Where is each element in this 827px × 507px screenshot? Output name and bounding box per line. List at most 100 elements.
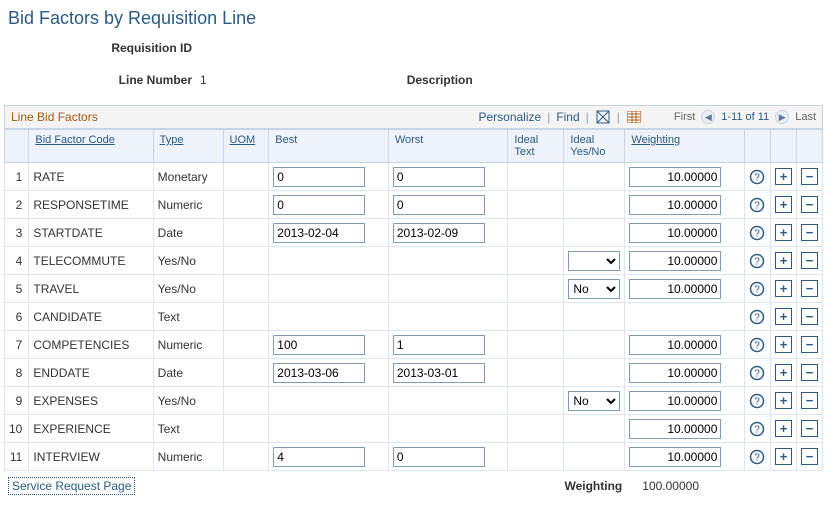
col-uom[interactable]: UOM	[230, 134, 256, 146]
delete-row-button[interactable]: −	[801, 224, 818, 241]
worst-input[interactable]	[393, 363, 485, 383]
bid-factor-type: Yes/No	[153, 275, 223, 303]
best-input[interactable]	[273, 447, 365, 467]
help-icon[interactable]: ?	[749, 197, 766, 213]
table-row: 10EXPERIENCEText?+−	[5, 415, 823, 443]
help-icon[interactable]: ?	[749, 169, 766, 185]
add-row-button[interactable]: +	[775, 336, 792, 353]
personalize-link[interactable]: Personalize	[478, 110, 541, 124]
weighting-input[interactable]	[629, 167, 721, 187]
nav-range: 1-11 of 11	[721, 111, 769, 123]
svg-text:?: ?	[754, 424, 760, 435]
ideal-yesno-select[interactable]	[568, 251, 620, 271]
nav-last[interactable]: Last	[795, 111, 816, 123]
weighting-input[interactable]	[629, 223, 721, 243]
bid-factor-code: TELECOMMUTE	[29, 247, 153, 275]
prev-icon[interactable]: ◀	[701, 110, 715, 124]
row-number: 9	[5, 387, 29, 415]
delete-row-button[interactable]: −	[801, 196, 818, 213]
help-icon[interactable]: ?	[749, 309, 766, 325]
delete-row-button[interactable]: −	[801, 336, 818, 353]
add-row-button[interactable]: +	[775, 168, 792, 185]
delete-row-button[interactable]: −	[801, 168, 818, 185]
svg-text:?: ?	[754, 284, 760, 295]
help-icon[interactable]: ?	[749, 365, 766, 381]
add-row-button[interactable]: +	[775, 448, 792, 465]
table-row: 11INTERVIEWNumeric?+−	[5, 443, 823, 471]
worst-input[interactable]	[393, 447, 485, 467]
help-icon[interactable]: ?	[749, 449, 766, 465]
help-icon[interactable]: ?	[749, 281, 766, 297]
best-input[interactable]	[273, 223, 365, 243]
table-row: 4TELECOMMUTEYes/No?+−	[5, 247, 823, 275]
svg-text:?: ?	[754, 340, 760, 351]
weighting-input[interactable]	[629, 363, 721, 383]
add-row-button[interactable]: +	[775, 196, 792, 213]
download-icon[interactable]	[626, 109, 642, 125]
worst-input[interactable]	[393, 335, 485, 355]
help-icon[interactable]: ?	[749, 337, 766, 353]
row-number: 11	[5, 443, 29, 471]
table-row: 7COMPETENCIESNumeric?+−	[5, 331, 823, 359]
row-number: 6	[5, 303, 29, 331]
svg-text:?: ?	[754, 256, 760, 267]
add-row-button[interactable]: +	[775, 252, 792, 269]
bid-factor-type: Yes/No	[153, 387, 223, 415]
add-row-button[interactable]: +	[775, 392, 792, 409]
view-all-icon[interactable]	[595, 109, 611, 125]
col-bid-factor-code[interactable]: Bid Factor Code	[35, 134, 114, 146]
service-request-link[interactable]: Service Request Page	[8, 477, 135, 495]
ideal-yesno-select[interactable]: No	[568, 279, 620, 299]
bid-factor-type: Monetary	[153, 163, 223, 191]
best-input[interactable]	[273, 335, 365, 355]
help-icon[interactable]: ?	[749, 225, 766, 241]
help-icon[interactable]: ?	[749, 393, 766, 409]
weighting-input[interactable]	[629, 419, 721, 439]
delete-row-button[interactable]: −	[801, 364, 818, 381]
delete-row-button[interactable]: −	[801, 308, 818, 325]
worst-input[interactable]	[393, 195, 485, 215]
bid-factor-code: COMPETENCIES	[29, 331, 153, 359]
bid-factor-code: EXPERIENCE	[29, 415, 153, 443]
weighting-input[interactable]	[629, 251, 721, 271]
weighting-input[interactable]	[629, 335, 721, 355]
delete-row-button[interactable]: −	[801, 392, 818, 409]
nav-first[interactable]: First	[674, 111, 695, 123]
delete-row-button[interactable]: −	[801, 448, 818, 465]
add-row-button[interactable]: +	[775, 364, 792, 381]
col-weighting[interactable]: Weighting	[631, 134, 680, 146]
line-number-label: Line Number	[82, 73, 192, 87]
add-row-button[interactable]: +	[775, 280, 792, 297]
svg-text:?: ?	[754, 312, 760, 323]
add-row-button[interactable]: +	[775, 224, 792, 241]
best-input[interactable]	[273, 195, 365, 215]
uom-cell	[223, 247, 269, 275]
row-number: 7	[5, 331, 29, 359]
add-row-button[interactable]: +	[775, 420, 792, 437]
bid-factor-code: CANDIDATE	[29, 303, 153, 331]
col-type[interactable]: Type	[160, 134, 184, 146]
row-number: 3	[5, 219, 29, 247]
uom-cell	[223, 219, 269, 247]
svg-text:?: ?	[754, 228, 760, 239]
help-icon[interactable]: ?	[749, 253, 766, 269]
table-row: 6CANDIDATEText? +−	[5, 303, 823, 331]
weighting-input[interactable]	[629, 279, 721, 299]
best-input[interactable]	[273, 363, 365, 383]
delete-row-button[interactable]: −	[801, 420, 818, 437]
delete-row-button[interactable]: −	[801, 280, 818, 297]
weighting-input[interactable]	[629, 391, 721, 411]
next-icon[interactable]: ▶	[775, 110, 789, 124]
grid-title: Line Bid Factors	[11, 110, 472, 124]
add-row-button[interactable]: +	[775, 308, 792, 325]
best-input[interactable]	[273, 167, 365, 187]
bid-factor-type: Text	[153, 303, 223, 331]
find-link[interactable]: Find	[556, 110, 579, 124]
ideal-yesno-select[interactable]: No	[568, 391, 620, 411]
delete-row-button[interactable]: −	[801, 252, 818, 269]
weighting-input[interactable]	[629, 195, 721, 215]
worst-input[interactable]	[393, 223, 485, 243]
worst-input[interactable]	[393, 167, 485, 187]
help-icon[interactable]: ?	[749, 421, 766, 437]
weighting-input[interactable]	[629, 447, 721, 467]
